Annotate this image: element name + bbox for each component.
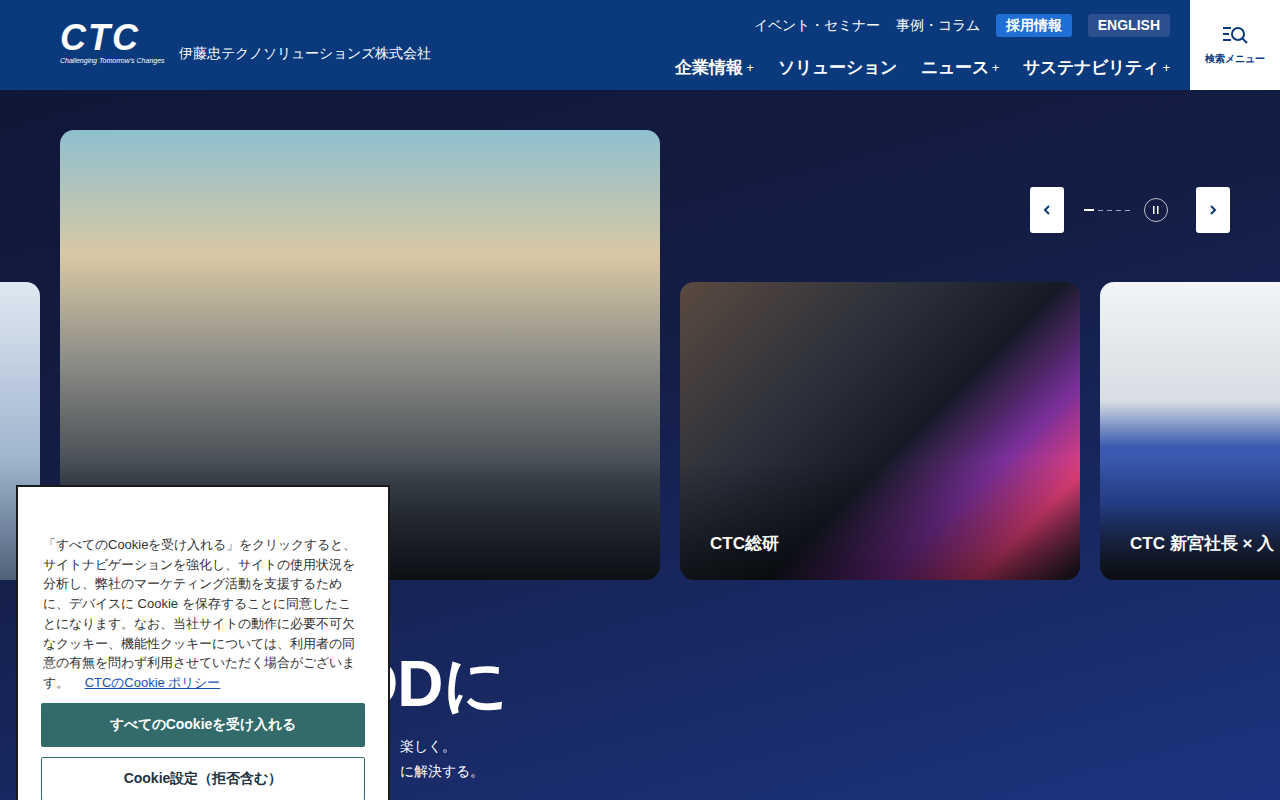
nav-item[interactable]: 企業情報+: [675, 55, 754, 81]
logo[interactable]: CTC Challenging Tomorrow's Changes 伊藤忠テク…: [0, 0, 431, 90]
slide-caption: CTC総研: [710, 531, 779, 557]
main-nav: 企業情報+ソリューションニュース+サステナビリティ+: [675, 55, 1170, 81]
slide-indicator[interactable]: [1125, 210, 1130, 211]
logo-tagline: Challenging Tomorrow's Changes: [60, 56, 165, 66]
pause-icon: [1152, 206, 1160, 214]
nav-label: ソリューション: [778, 55, 897, 81]
nav-label: 企業情報: [675, 55, 743, 81]
slide-caption: CTC 新宮社長 × 入: [1130, 531, 1274, 557]
utility-link[interactable]: 事例・コラム: [896, 15, 980, 36]
company-name: 伊藤忠テクノソリューションズ株式会社: [179, 44, 431, 66]
accept-all-button[interactable]: すべてのCookieを受け入れる: [41, 703, 365, 747]
badge-link[interactable]: ENGLISH: [1088, 14, 1170, 37]
search-icon: [1222, 25, 1248, 45]
nav-label: サステナビリティ: [1023, 55, 1159, 81]
hero-line: に解決する。: [400, 759, 1280, 784]
next-button[interactable]: [1196, 187, 1230, 233]
search-menu-button[interactable]: 検索メニュー: [1190, 0, 1280, 90]
pause-button[interactable]: [1144, 198, 1168, 222]
carousel-slide[interactable]: CTC総研: [680, 282, 1080, 580]
expand-mark: +: [746, 58, 754, 78]
cookie-settings-button[interactable]: Cookie設定（拒否含む）: [41, 757, 365, 800]
search-menu-label: 検索メニュー: [1205, 51, 1265, 66]
nav-item[interactable]: サステナビリティ+: [1023, 55, 1170, 81]
expand-mark: +: [992, 58, 1000, 78]
chevron-left-icon: [1043, 205, 1051, 215]
cookie-policy-link[interactable]: CTCのCookie ポリシー: [85, 675, 221, 690]
caption-shade: [680, 460, 1080, 580]
badge-link[interactable]: 採用情報: [996, 14, 1072, 37]
slide-indicator[interactable]: [1084, 209, 1094, 211]
prev-button[interactable]: [1030, 187, 1064, 233]
carousel-controls: [1030, 187, 1230, 233]
cookie-text: 「すべてのCookieを受け入れる」をクリックすると、サイトナビゲーションを強化…: [41, 535, 365, 693]
site-header: CTC Challenging Tomorrow's Changes 伊藤忠テク…: [0, 0, 1280, 90]
logo-mark[interactable]: CTC: [60, 20, 140, 56]
slide-indicators: [1084, 209, 1130, 211]
utility-link[interactable]: イベント・セミナー: [754, 15, 880, 36]
expand-mark: +: [1162, 58, 1170, 78]
hero-line: 楽しく。: [400, 734, 1280, 759]
utility-links: イベント・セミナー事例・コラム採用情報 ENGLISH: [754, 14, 1170, 37]
carousel-slide[interactable]: CTC 新宮社長 × 入: [1100, 282, 1280, 580]
slide-indicator[interactable]: [1107, 210, 1112, 211]
chevron-right-icon: [1209, 205, 1217, 215]
nav-label: ニュース: [921, 55, 989, 81]
nav-item[interactable]: ニュース+: [921, 55, 1000, 81]
caption-shade: [1100, 460, 1280, 580]
slide-indicator[interactable]: [1116, 210, 1121, 211]
slide-indicator[interactable]: [1098, 210, 1103, 211]
nav-item[interactable]: ソリューション: [778, 55, 897, 81]
cookie-banner: 「すべてのCookieを受け入れる」をクリックすると、サイトナビゲーションを強化…: [16, 485, 390, 800]
